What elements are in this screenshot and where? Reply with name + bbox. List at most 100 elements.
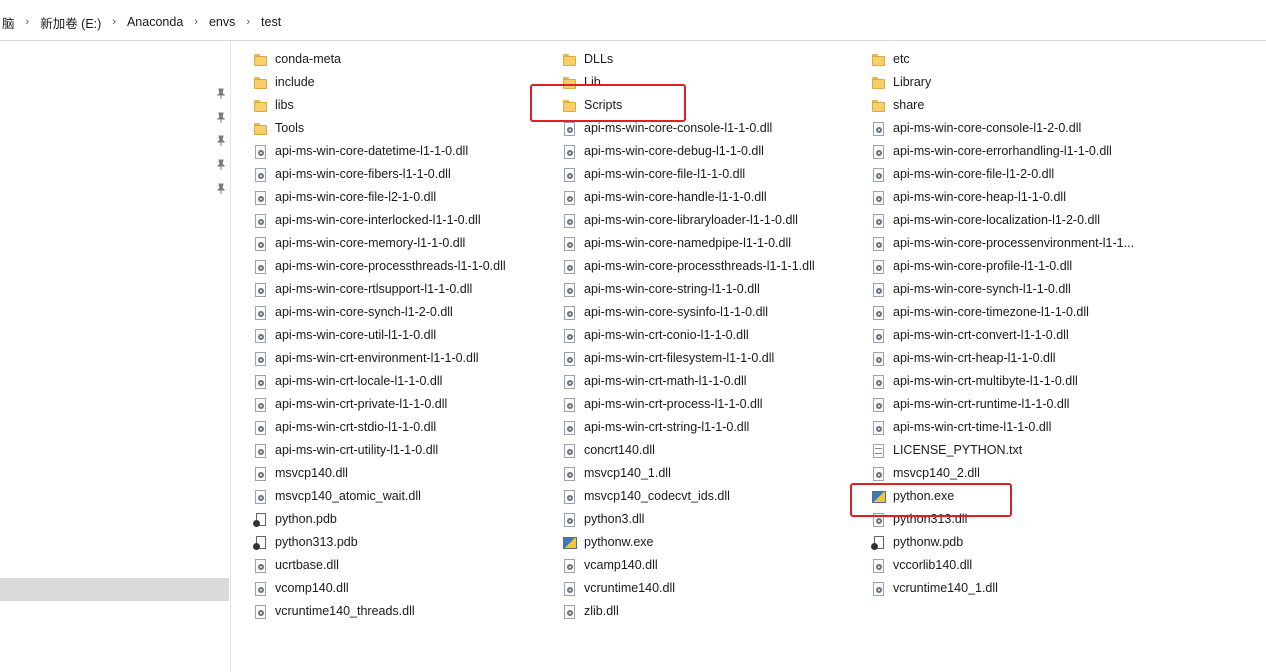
pin-icon[interactable]	[215, 88, 227, 100]
file-item[interactable]: api-ms-win-core-console-l1-2-0.dll	[871, 117, 1166, 140]
file-item[interactable]: LICENSE_PYTHON.txt	[871, 439, 1166, 462]
file-item[interactable]: api-ms-win-core-processenvironment-l1-1.…	[871, 232, 1166, 255]
file-item[interactable]: api-ms-win-core-handle-l1-1-0.dll	[562, 186, 857, 209]
file-name: api-ms-win-core-debug-l1-1-0.dll	[584, 144, 764, 158]
file-item[interactable]: api-ms-win-core-processthreads-l1-1-1.dl…	[562, 255, 857, 278]
file-item[interactable]: msvcp140_atomic_wait.dll	[253, 485, 548, 508]
pin-icon[interactable]	[215, 159, 227, 171]
file-item[interactable]: api-ms-win-crt-conio-l1-1-0.dll	[562, 324, 857, 347]
folder-icon	[562, 52, 578, 68]
file-item[interactable]: api-ms-win-crt-environment-l1-1-0.dll	[253, 347, 548, 370]
file-item[interactable]: api-ms-win-core-string-l1-1-0.dll	[562, 278, 857, 301]
pin-icon[interactable]	[215, 135, 227, 147]
file-item[interactable]: api-ms-win-crt-stdio-l1-1-0.dll	[253, 416, 548, 439]
address-bar[interactable]: 脑 › 新加卷 (E:) › Anaconda › envs › test	[0, 0, 1266, 41]
file-item[interactable]: api-ms-win-core-debug-l1-1-0.dll	[562, 140, 857, 163]
file-item[interactable]: msvcp140.dll	[253, 462, 548, 485]
file-item[interactable]: python3.dll	[562, 508, 857, 531]
file-item[interactable]: api-ms-win-crt-process-l1-1-0.dll	[562, 393, 857, 416]
folder-item[interactable]: share	[871, 94, 1166, 117]
file-item[interactable]: api-ms-win-core-timezone-l1-1-0.dll	[871, 301, 1166, 324]
folder-item[interactable]: Library	[871, 71, 1166, 94]
file-item[interactable]: api-ms-win-core-namedpipe-l1-1-0.dll	[562, 232, 857, 255]
file-item[interactable]: api-ms-win-crt-convert-l1-1-0.dll	[871, 324, 1166, 347]
file-item[interactable]: api-ms-win-crt-runtime-l1-1-0.dll	[871, 393, 1166, 416]
dll-file-icon	[562, 351, 578, 367]
folder-item[interactable]: Tools	[253, 117, 548, 140]
breadcrumb-item-this-pc[interactable]: 脑	[0, 13, 17, 32]
file-item[interactable]: pythonw.exe	[562, 531, 857, 554]
nav-item-selected[interactable]	[0, 578, 229, 601]
file-name: api-ms-win-core-localization-l1-2-0.dll	[893, 213, 1101, 227]
file-item[interactable]: api-ms-win-core-file-l1-2-0.dll	[871, 163, 1166, 186]
dll-file-icon	[253, 374, 269, 390]
file-item[interactable]: vcruntime140_threads.dll	[253, 600, 548, 623]
file-item[interactable]: api-ms-win-core-memory-l1-1-0.dll	[253, 232, 548, 255]
file-name: libs	[275, 98, 294, 112]
file-item[interactable]: zlib.dll	[562, 600, 857, 623]
navigation-pane[interactable]	[0, 41, 231, 672]
dll-file-icon	[562, 144, 578, 160]
file-item[interactable]: api-ms-win-core-heap-l1-1-0.dll	[871, 186, 1166, 209]
file-item[interactable]: api-ms-win-core-interlocked-l1-1-0.dll	[253, 209, 548, 232]
folder-item[interactable]: libs	[253, 94, 548, 117]
breadcrumb-item-drive[interactable]: 新加卷 (E:)	[38, 13, 103, 32]
chevron-right-icon[interactable]: ›	[103, 16, 125, 28]
file-item[interactable]: pythonw.pdb	[871, 531, 1166, 554]
folder-item[interactable]: etc	[871, 48, 1166, 71]
file-item[interactable]: api-ms-win-crt-math-l1-1-0.dll	[562, 370, 857, 393]
file-item[interactable]: api-ms-win-core-util-l1-1-0.dll	[253, 324, 548, 347]
file-item[interactable]: msvcp140_codecvt_ids.dll	[562, 485, 857, 508]
file-item[interactable]: api-ms-win-crt-heap-l1-1-0.dll	[871, 347, 1166, 370]
file-item[interactable]: api-ms-win-crt-utility-l1-1-0.dll	[253, 439, 548, 462]
file-item[interactable]: api-ms-win-core-fibers-l1-1-0.dll	[253, 163, 548, 186]
file-item[interactable]: api-ms-win-crt-private-l1-1-0.dll	[253, 393, 548, 416]
file-item[interactable]: msvcp140_2.dll	[871, 462, 1166, 485]
breadcrumb-item-envs[interactable]: envs	[207, 15, 237, 29]
file-name: concrt140.dll	[584, 443, 655, 457]
file-item[interactable]: api-ms-win-core-file-l2-1-0.dll	[253, 186, 548, 209]
file-list[interactable]: conda-meta include libs Tools api-ms-win-cor…	[231, 41, 1266, 672]
dll-file-icon	[871, 305, 887, 321]
chevron-right-icon[interactable]: ›	[185, 16, 207, 28]
dll-file-icon	[253, 328, 269, 344]
file-item[interactable]: api-ms-win-crt-multibyte-l1-1-0.dll	[871, 370, 1166, 393]
folder-item[interactable]: DLLs	[562, 48, 857, 71]
file-item[interactable]: api-ms-win-crt-locale-l1-1-0.dll	[253, 370, 548, 393]
file-item[interactable]: api-ms-win-core-datetime-l1-1-0.dll	[253, 140, 548, 163]
file-item[interactable]: api-ms-win-core-errorhandling-l1-1-0.dll	[871, 140, 1166, 163]
file-item[interactable]: python.pdb	[253, 508, 548, 531]
file-item[interactable]: vccorlib140.dll	[871, 554, 1166, 577]
file-item[interactable]: api-ms-win-core-file-l1-1-0.dll	[562, 163, 857, 186]
file-item[interactable]: api-ms-win-core-profile-l1-1-0.dll	[871, 255, 1166, 278]
file-item[interactable]: vcruntime140.dll	[562, 577, 857, 600]
file-item[interactable]: api-ms-win-core-libraryloader-l1-1-0.dll	[562, 209, 857, 232]
pin-icon[interactable]	[215, 112, 227, 124]
chevron-right-icon[interactable]: ›	[237, 16, 259, 28]
file-item[interactable]: concrt140.dll	[562, 439, 857, 462]
file-column-3: etc Library share api-ms-win-core-console-l…	[871, 48, 1166, 600]
file-item[interactable]: ucrtbase.dll	[253, 554, 548, 577]
file-item[interactable]: api-ms-win-crt-filesystem-l1-1-0.dll	[562, 347, 857, 370]
file-item[interactable]: api-ms-win-core-synch-l1-1-0.dll	[871, 278, 1166, 301]
file-item[interactable]: api-ms-win-core-synch-l1-2-0.dll	[253, 301, 548, 324]
file-item[interactable]: vcamp140.dll	[562, 554, 857, 577]
file-item[interactable]: vcruntime140_1.dll	[871, 577, 1166, 600]
chevron-right-icon[interactable]: ›	[17, 16, 39, 28]
file-item[interactable]: python313.pdb	[253, 531, 548, 554]
folder-item[interactable]: conda-meta	[253, 48, 548, 71]
file-item[interactable]: api-ms-win-core-processthreads-l1-1-0.dl…	[253, 255, 548, 278]
file-item[interactable]: api-ms-win-crt-time-l1-1-0.dll	[871, 416, 1166, 439]
breadcrumb-item-anaconda[interactable]: Anaconda	[125, 15, 185, 29]
breadcrumb-item-test[interactable]: test	[259, 15, 283, 29]
folder-item[interactable]: include	[253, 71, 548, 94]
file-item[interactable]: api-ms-win-crt-string-l1-1-0.dll	[562, 416, 857, 439]
file-item[interactable]: api-ms-win-core-localization-l1-2-0.dll	[871, 209, 1166, 232]
file-item[interactable]: msvcp140_1.dll	[562, 462, 857, 485]
pin-icon[interactable]	[215, 183, 227, 195]
file-item[interactable]: api-ms-win-core-sysinfo-l1-1-0.dll	[562, 301, 857, 324]
file-name: DLLs	[584, 52, 614, 66]
file-item[interactable]: vcomp140.dll	[253, 577, 548, 600]
file-item[interactable]: api-ms-win-core-rtlsupport-l1-1-0.dll	[253, 278, 548, 301]
file-name: api-ms-win-crt-environment-l1-1-0.dll	[275, 351, 479, 365]
